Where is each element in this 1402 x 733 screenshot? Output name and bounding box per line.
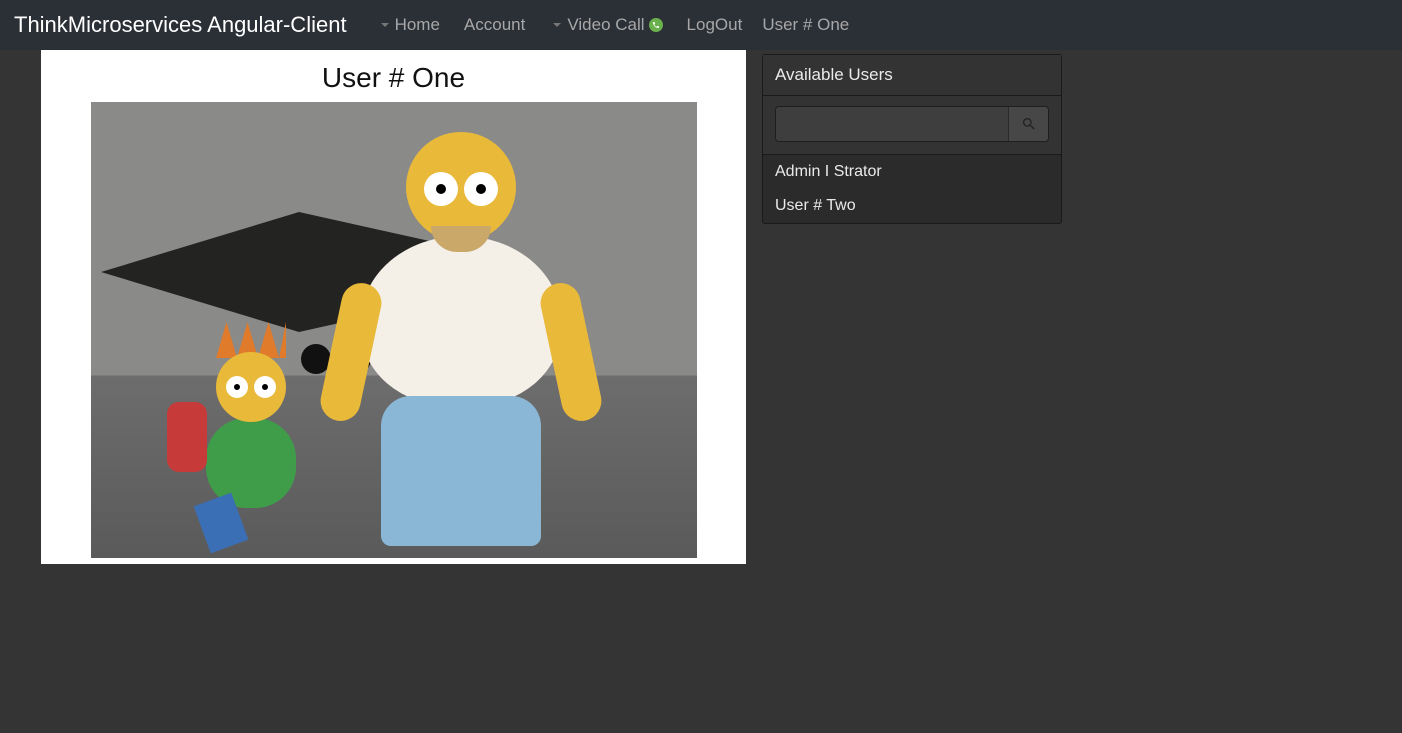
- search-icon: [1021, 116, 1037, 132]
- nav-account[interactable]: Account: [452, 15, 537, 35]
- figure-small: [171, 322, 331, 558]
- available-users-header: Available Users: [763, 55, 1061, 96]
- video-panel: User # One: [41, 50, 746, 564]
- user-item[interactable]: Admin I Strator: [763, 155, 1061, 189]
- nav-account-label: Account: [464, 15, 525, 35]
- video-frame: [91, 102, 697, 558]
- search-box: [775, 106, 1049, 142]
- nav-home-label: Home: [395, 15, 440, 35]
- navbar: ThinkMicroservices Angular-Client Home A…: [0, 0, 1402, 50]
- search-wrap: [763, 96, 1061, 155]
- nav-current-user: User # One: [754, 15, 853, 35]
- caret-icon: [553, 23, 561, 27]
- nav-home[interactable]: Home: [365, 15, 452, 35]
- video-title: User # One: [41, 50, 746, 102]
- available-users-panel: Available Users Admin I Strator User # T…: [762, 54, 1062, 224]
- user-item[interactable]: User # Two: [763, 189, 1061, 223]
- nav-logout-label: LogOut: [687, 15, 743, 35]
- search-input[interactable]: [776, 107, 1008, 141]
- figure-large: [331, 132, 591, 558]
- phone-icon: [649, 18, 663, 32]
- caret-icon: [381, 23, 389, 27]
- nav-video-call[interactable]: Video Call: [537, 15, 674, 35]
- search-button[interactable]: [1008, 107, 1048, 141]
- nav-links: Home Account Video Call LogOut User # On…: [365, 15, 854, 35]
- nav-video-call-label: Video Call: [567, 15, 644, 35]
- content: User # One Available Users: [0, 50, 1402, 564]
- brand[interactable]: ThinkMicroservices Angular-Client: [14, 12, 347, 38]
- nav-logout[interactable]: LogOut: [675, 15, 755, 35]
